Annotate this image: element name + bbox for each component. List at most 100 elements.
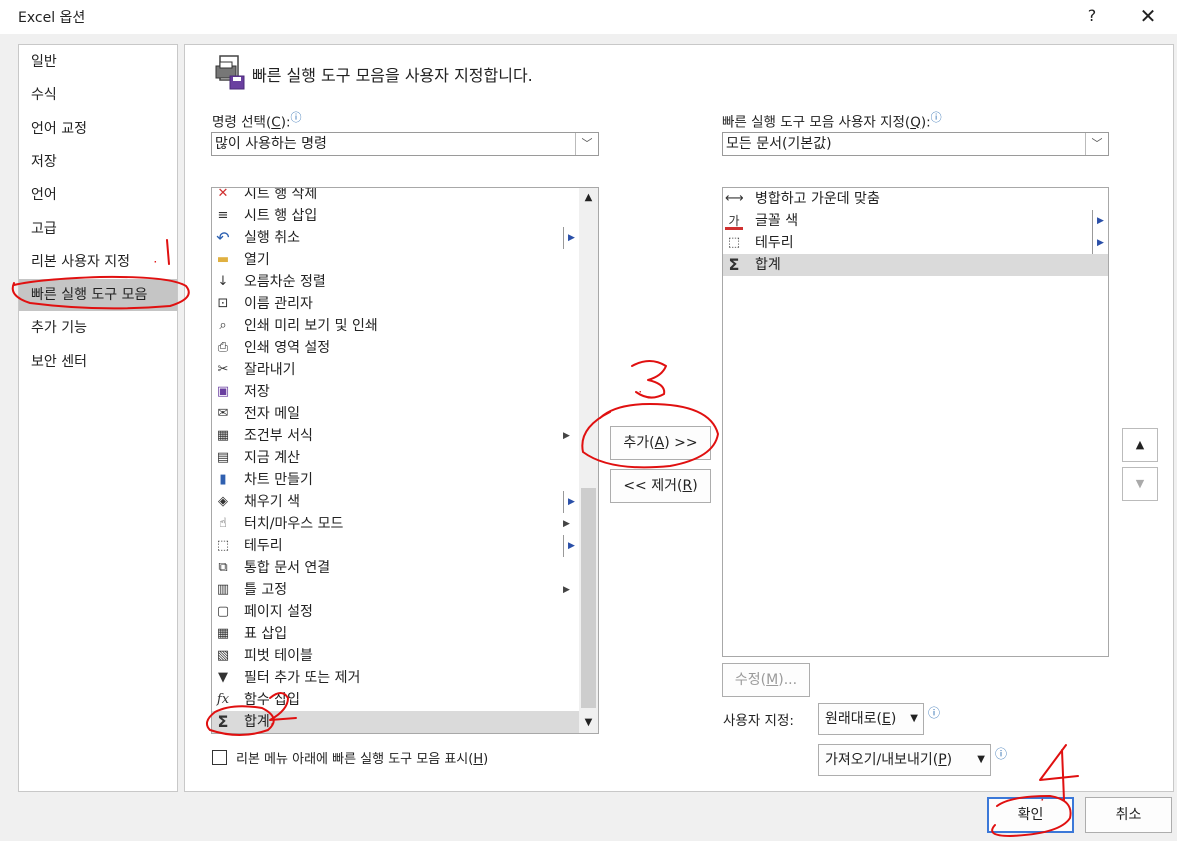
commands-item[interactable]: ▦ 조건부 서식 ▶ (212, 425, 579, 447)
commands-item-label: 조건부 서식 (244, 428, 313, 444)
qat-item[interactable]: ⬚ 테두리 ▶ (723, 232, 1108, 254)
sidebar-item-1[interactable]: 수식 (19, 79, 177, 111)
options-sidebar: 일반 수식 언어 교정 저장 언어 고급 리본 사용자 지정 빠른 실행 도구 모음 추가 기능… (18, 44, 178, 792)
qat-item[interactable]: ⟷ 병합하고 가운데 맞춤 (723, 188, 1108, 210)
commands-item[interactable]: ⊡ 이름 관리자 (212, 293, 579, 315)
commands-item-label: 실행 취소 (244, 230, 300, 246)
add-button[interactable]: 추가(A) >> (610, 426, 711, 460)
commands-item[interactable]: ⧉ 통합 문서 연결 (212, 557, 579, 579)
cancel-button[interactable]: 취소 (1085, 797, 1172, 833)
qat-list[interactable]: ⟷ 병합하고 가운데 맞춤 가 글꼴 색 ▶ ⬚ 테두리 ▶ Σ 합계 (722, 187, 1109, 657)
info-icon: ⓘ (930, 111, 942, 124)
qat-item-label: 테두리 (755, 235, 794, 251)
commands-item[interactable]: ✉ 전자 메일 (212, 403, 579, 425)
sidebar-item-4[interactable]: 언어 (19, 179, 177, 211)
qat-item-label: 글꼴 색 (755, 213, 799, 229)
sum-icon: Σ (217, 712, 229, 731)
function-icon: fx (216, 692, 230, 707)
import-export-dropdown[interactable]: 가져오기/내보내기(P) ▼ (818, 744, 991, 776)
customize-qat-combo[interactable]: 모든 문서(기본값) ﹀ (722, 132, 1109, 156)
email-icon: ✉ (217, 406, 229, 421)
open-folder-icon: ▬ (216, 252, 230, 267)
submenu-arrow-icon: ▶ (563, 519, 570, 529)
commands-list[interactable]: ✕ 시트 행 삭제 ≡ 시트 행 삽입 ↶ 실행 취소 ▶ ▬ 열기 ↓ 오름차순 정렬 ⊡ 이름 관리… (211, 187, 599, 734)
scroll-thumb[interactable] (581, 488, 596, 708)
submenu-arrow-icon: ▶ (563, 535, 575, 557)
commands-item[interactable]: ▥ 틀 고정 ▶ (212, 579, 579, 601)
sidebar-item-7[interactable]: 빠른 실행 도구 모음 (19, 279, 177, 312)
sidebar-item-5[interactable]: 고급 (19, 213, 177, 245)
sidebar-item-2[interactable]: 언어 교정 (19, 113, 177, 145)
sidebar-item-9[interactable]: 보안 센터 (19, 346, 177, 378)
chevron-down-icon: ﹀ (575, 133, 598, 155)
pivot-table-icon: ▧ (216, 648, 230, 663)
commands-item-label: 피벗 테이블 (244, 648, 313, 664)
borders-icon: ⬚ (727, 235, 741, 250)
submenu-arrow-icon: ▶ (563, 227, 575, 249)
commands-item-label: 필터 추가 또는 제거 (244, 670, 361, 686)
calculate-now-icon: ▤ (216, 450, 230, 465)
ok-button[interactable]: 확인 (987, 797, 1074, 833)
qat-item[interactable]: 가 글꼴 색 ▶ (723, 210, 1108, 232)
commands-item-label: 잘라내기 (244, 362, 296, 378)
reset-dropdown[interactable]: 원래대로(E) ▼ (818, 703, 924, 735)
insert-sheet-row-icon: ≡ (217, 208, 229, 223)
move-up-button[interactable]: ▲ (1122, 428, 1158, 462)
sidebar-item-3[interactable]: 저장 (19, 146, 177, 178)
commands-item[interactable]: ⬚ 테두리 ▶ (212, 535, 579, 557)
commands-item[interactable]: ✂ 잘라내기 (212, 359, 579, 381)
commands-item[interactable]: ✕ 시트 행 삭제 (212, 188, 579, 205)
commands-item[interactable]: ⌕ 인쇄 미리 보기 및 인쇄 (212, 315, 579, 337)
commands-item[interactable]: ≡ 시트 행 삽입 (212, 205, 579, 227)
commands-item-label: 틀 고정 (244, 582, 288, 598)
commands-scrollbar[interactable]: ▲ ▼ (579, 188, 598, 733)
close-button[interactable]: ✕ (1133, 3, 1163, 29)
commands-item[interactable]: ☝ 터치/마우스 모드 ▶ (212, 513, 579, 535)
commands-item[interactable]: ▮ 차트 만들기 (212, 469, 579, 491)
commands-item[interactable]: ▼ 필터 추가 또는 제거 (212, 667, 579, 689)
submenu-arrow-icon: ▶ (563, 585, 570, 595)
commands-item[interactable]: fx 함수 삽입 (212, 689, 579, 711)
commands-item[interactable]: ▬ 열기 (212, 249, 579, 271)
commands-item[interactable]: ▤ 지금 계산 (212, 447, 579, 469)
sidebar-item-0[interactable]: 일반 (19, 46, 177, 78)
chevron-down-icon: ﹀ (1085, 133, 1108, 155)
sidebar-item-6[interactable]: 리본 사용자 지정 (19, 246, 177, 278)
commands-item[interactable]: ▦ 표 삽입 (212, 623, 579, 645)
choose-commands-label: 명령 선택(C):ⓘ (212, 111, 302, 131)
print-area-icon: ⎙ (217, 340, 229, 355)
commands-item-label: 채우기 색 (244, 494, 300, 510)
commands-item[interactable]: Σ 합계 (212, 711, 579, 733)
submenu-arrow-icon: ▶ (563, 431, 570, 441)
commands-item-label: 차트 만들기 (244, 472, 313, 488)
info-icon: ⓘ (995, 747, 1008, 761)
commands-item[interactable]: ⎙ 인쇄 영역 설정 (212, 337, 579, 359)
scroll-up-icon[interactable]: ▲ (579, 188, 598, 208)
commands-item[interactable]: ↓ 오름차순 정렬 (212, 271, 579, 293)
sidebar-item-8[interactable]: 추가 기능 (19, 312, 177, 344)
commands-item[interactable]: ▧ 피벗 테이블 (212, 645, 579, 667)
save-icon: ▣ (216, 384, 230, 399)
show-below-ribbon-checkbox[interactable] (212, 750, 227, 765)
commands-item[interactable]: ▢ 페이지 설정 (212, 601, 579, 623)
help-button[interactable]: ? (1080, 4, 1104, 28)
undo-icon: ↶ (216, 228, 230, 247)
choose-commands-combo[interactable]: 많이 사용하는 명령 ﹀ (211, 132, 599, 156)
info-icon: ⓘ (928, 706, 941, 720)
scroll-down-icon[interactable]: ▼ (579, 713, 598, 733)
commands-item-label: 통합 문서 연결 (244, 560, 331, 576)
commands-item[interactable]: ◈ 채우기 색 ▶ (212, 491, 579, 513)
create-chart-icon: ▮ (219, 472, 227, 487)
commands-item-label: 함수 삽입 (244, 692, 300, 708)
remove-button[interactable]: << 제거(R) (610, 469, 711, 503)
freeze-panes-icon: ▥ (216, 582, 230, 597)
qat-item[interactable]: Σ 합계 (723, 254, 1108, 276)
commands-item-label: 열기 (244, 252, 270, 268)
commands-item[interactable]: ▣ 저장 (212, 381, 579, 403)
commands-item-label: 저장 (244, 384, 270, 400)
commands-item[interactable]: ↶ 실행 취소 ▶ (212, 227, 579, 249)
move-down-button[interactable]: ▼ (1122, 467, 1158, 501)
window-title: Excel 옵션 (18, 10, 86, 26)
info-icon: ⓘ (290, 111, 302, 124)
modify-button[interactable]: 수정(M)... (722, 663, 810, 697)
